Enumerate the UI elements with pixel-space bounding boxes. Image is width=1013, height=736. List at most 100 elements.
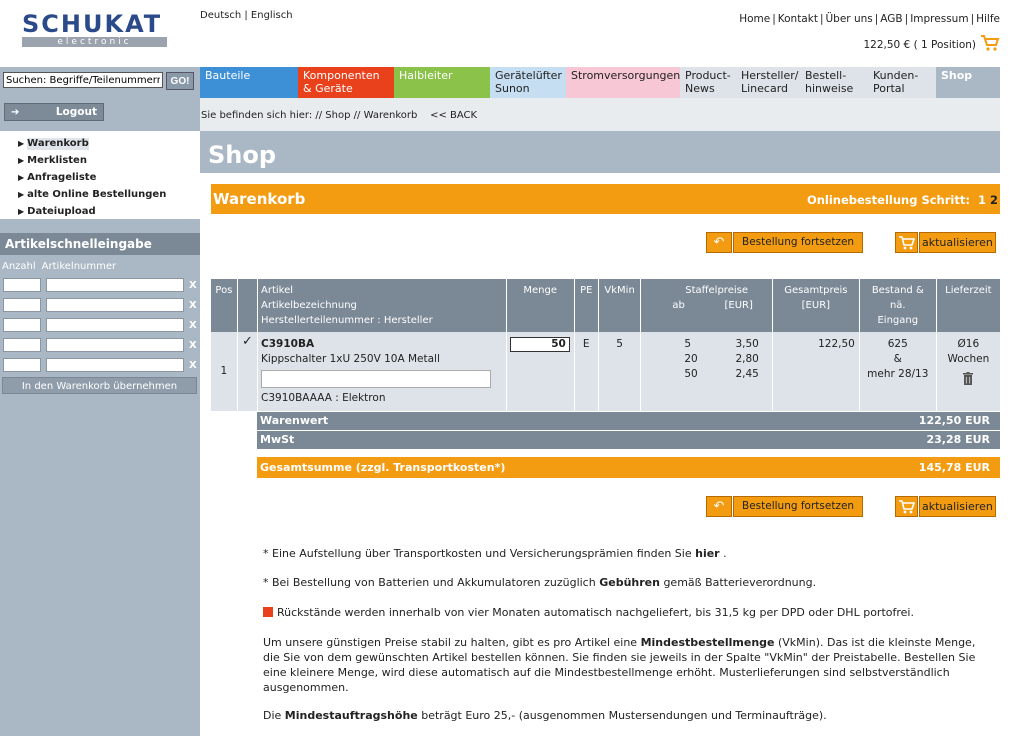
article-description: Kippschalter 1xU 250V 10A Metall [261, 353, 440, 365]
quick-article-input[interactable] [46, 278, 184, 292]
continue-order-button[interactable]: Bestellung fortsetzen [733, 232, 864, 253]
quick-qty-input[interactable] [3, 298, 41, 312]
breadcrumb-warenkorb[interactable]: Warenkorb [364, 110, 418, 121]
warenwert-row: Warenwert 122,50 EUR [257, 412, 1000, 430]
quick-remove-button[interactable]: X [189, 280, 197, 291]
lang-de[interactable]: Deutsch [200, 10, 241, 21]
col-pos: Pos [211, 279, 238, 332]
quick-article-input[interactable] [46, 338, 184, 352]
logout-button[interactable]: ➔ Logout [4, 103, 104, 121]
quick-entry-row: X [3, 358, 197, 372]
quick-remove-button[interactable]: X [189, 340, 197, 351]
topnav-impressum[interactable]: Impressum [910, 13, 968, 25]
search-go-button[interactable]: GO! [166, 72, 194, 90]
order-step-1[interactable]: 1 [978, 193, 986, 207]
back-arrow-button[interactable]: ↶ [706, 232, 732, 253]
back-arrow-button-bottom[interactable]: ↶ [706, 496, 732, 517]
gesamtsumme-label: Gesamtsumme (zzgl. Transportkosten*) [260, 461, 506, 474]
gesamtsumme-row: Gesamtsumme (zzgl. Transportkosten*) 145… [257, 457, 1000, 478]
order-steps-label: Onlinebestellung Schritt: [806, 193, 970, 207]
table-header-row: Pos Artikel Artikelbezeichnung Herstelle… [211, 279, 1000, 332]
tab-geraeteluefter[interactable]: Gerätelüfter Sunon [490, 67, 566, 98]
quick-article-input[interactable] [46, 318, 184, 332]
mwst-row: MwSt 23,28 EUR [257, 431, 1000, 449]
note-min-order: Die Mindestauftragshöhe beträgt Euro 25,… [263, 709, 827, 722]
quick-entry-title: Artikelschnelleingabe [0, 233, 200, 255]
quick-qty-input[interactable] [3, 318, 41, 332]
topnav-home[interactable]: Home [739, 13, 770, 25]
mwst-label: MwSt [260, 433, 295, 446]
breadcrumb-back[interactable]: BACK [450, 110, 477, 121]
note-batteries: * Bei Bestellung von Batterien und Akkum… [263, 576, 817, 589]
quick-entry-row: X [3, 318, 197, 332]
checkmark-icon: ✓ [237, 332, 259, 411]
sidebar-item-dateiupload[interactable]: ▶ Dateiupload [18, 203, 200, 220]
tab-hersteller[interactable]: Hersteller/ Linecard [736, 67, 800, 98]
tab-kundenportal[interactable]: Kunden-Portal [868, 67, 936, 98]
col-gesamtpreis: Gesamtpreis [EUR] [772, 279, 860, 332]
quick-remove-button[interactable]: X [189, 300, 197, 311]
cart-table: Pos Artikel Artikelbezeichnung Herstelle… [211, 279, 1000, 411]
quick-remove-button[interactable]: X [189, 360, 197, 371]
tab-halbleiter[interactable]: Halbleiter [394, 67, 490, 98]
lang-en[interactable]: Englisch [251, 10, 293, 21]
gesamtsumme-value: 145,78 EUR [918, 461, 990, 474]
note-transport-link[interactable]: hier [695, 547, 720, 560]
sidebar-item-merklisten[interactable]: ▶ Merklisten [18, 152, 200, 169]
tab-shop[interactable]: Shop [936, 67, 1000, 98]
update-cart-button-bottom[interactable]: aktualisieren [919, 496, 996, 517]
cart-summary[interactable]: 122,50 € ( 1 Position) [863, 34, 1000, 55]
logout-arrow-icon: ➔ [11, 106, 20, 118]
triangle-right-icon: ▶ [18, 138, 25, 148]
article-number[interactable]: C3910BA [261, 337, 503, 352]
col-menge: Menge [506, 279, 575, 332]
schukat-logo[interactable]: SCHUKAT electronic [22, 12, 172, 50]
row-pe: E [574, 332, 599, 411]
tab-komponenten[interactable]: Komponenten & Geräte [298, 67, 394, 98]
row-pos: 1 [211, 332, 238, 411]
quantity-input[interactable]: 50 [509, 337, 570, 352]
page-title: Shop [208, 141, 277, 169]
quick-remove-button[interactable]: X [189, 320, 197, 331]
tab-bestellhinweise[interactable]: Bestell-hinweise [800, 67, 868, 98]
sidebar-item-anfrageliste[interactable]: ▶ Anfrageliste [18, 169, 200, 186]
topnav-agb[interactable]: AGB [880, 13, 902, 25]
row-vkmin: 5 [598, 332, 642, 411]
triangle-right-icon: ▶ [18, 189, 25, 199]
quick-entry-row: X [3, 298, 197, 312]
col-vkmin: VkMin [598, 279, 642, 332]
quick-qty-input[interactable] [3, 338, 41, 352]
tab-product-news[interactable]: Product-News [680, 67, 736, 98]
breadcrumb-sep: // [353, 110, 361, 121]
quick-article-input[interactable] [46, 298, 184, 312]
update-cart-icon-bottom[interactable] [895, 496, 918, 517]
quick-entry-submit-button[interactable]: In den Warenkorb übernehmen [2, 377, 197, 394]
topnav-hilfe[interactable]: Hilfe [976, 13, 1000, 25]
quick-article-input[interactable] [46, 358, 184, 372]
row-article-cell: C3910BA Kippschalter 1xU 250V 10A Metall… [257, 332, 507, 411]
quick-qty-input[interactable] [3, 358, 41, 372]
col-pe: PE [574, 279, 599, 332]
sidebar-item-alte-bestellungen[interactable]: ▶ alte Online Bestellungen [18, 186, 200, 203]
warenwert-value: 122,50 EUR [918, 414, 990, 427]
mwst-value: 23,28 EUR [926, 433, 990, 446]
update-cart-icon[interactable] [895, 232, 918, 253]
sidebar-item-warenkorb[interactable]: ▶ Warenkorb [18, 135, 200, 152]
tab-bauteile[interactable]: Bauteile [200, 67, 298, 98]
row-total: 122,50 [772, 332, 860, 411]
row-stock: 625 & mehr 28/13 [859, 332, 937, 411]
breadcrumb-shop[interactable]: Shop [325, 110, 350, 121]
logo-brand: SCHUKAT [22, 10, 163, 38]
topnav-ueber-uns[interactable]: Über uns [826, 13, 873, 25]
trash-icon[interactable] [940, 372, 997, 390]
col-artikel: Artikel Artikelbezeichnung Herstellertei… [257, 279, 507, 332]
quick-qty-input[interactable] [3, 278, 41, 292]
topnav-kontakt[interactable]: Kontakt [778, 13, 818, 25]
continue-order-button-bottom[interactable]: Bestellung fortsetzen [733, 496, 864, 517]
update-cart-button[interactable]: aktualisieren [919, 232, 996, 253]
tab-stromversorgungen[interactable]: Stromversorgungen [566, 67, 680, 98]
article-comment-input[interactable] [261, 370, 492, 388]
shop-header-band [200, 131, 1000, 173]
row-price-tiers: 5 3,50 20 2,80 50 2,45 [640, 332, 773, 411]
search-input[interactable] [3, 72, 163, 88]
